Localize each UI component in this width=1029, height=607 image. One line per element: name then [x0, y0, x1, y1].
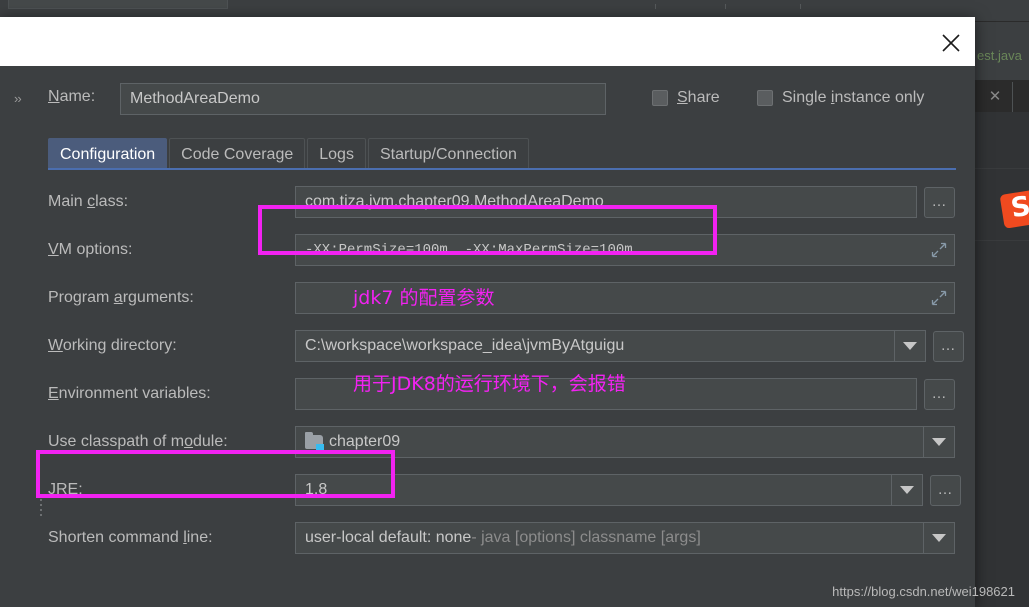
- module-dropdown-button[interactable]: [924, 426, 955, 458]
- tab-logs[interactable]: Logs: [307, 138, 366, 169]
- dialog-titlebar: [0, 17, 975, 66]
- ide-top-field: [8, 0, 228, 9]
- shorten-command-line-dropdown-button[interactable]: [924, 522, 955, 554]
- main-class-input[interactable]: [295, 186, 917, 218]
- expand-icon[interactable]: [931, 290, 947, 306]
- ime-logo-icon: S: [999, 189, 1029, 229]
- row-working-directory: Working directory: …: [48, 324, 964, 368]
- tab-code-coverage[interactable]: Code Coverage: [169, 138, 306, 169]
- right-gutter-panel: [975, 112, 1029, 607]
- shorten-command-line-label: Shorten command line:: [48, 529, 213, 546]
- jre-input[interactable]: [295, 474, 892, 506]
- chevron-down-icon: [932, 534, 946, 542]
- gutter-line-1: [975, 168, 1029, 169]
- working-directory-label: Working directory:: [48, 337, 177, 354]
- name-input[interactable]: [120, 83, 606, 115]
- tab-configuration[interactable]: Configuration: [48, 138, 168, 169]
- environment-variables-label: Environment variables:: [48, 385, 211, 402]
- program-arguments-label: Program arguments:: [48, 289, 194, 306]
- row-vm-options: VM options:: [48, 228, 956, 272]
- screenshot-root: est.java ✕ S ›› Name: MethodAreaDemo Sha…: [0, 0, 1029, 607]
- annotation-jdk7-note: jdk7 的配置参数: [353, 287, 495, 309]
- tab-close-icon[interactable]: ✕: [982, 84, 1008, 110]
- module-folder-icon: [305, 431, 324, 452]
- chevron-down-icon: [900, 486, 914, 494]
- jre-browse-button[interactable]: …: [930, 474, 961, 506]
- panel-drag-handle[interactable]: [38, 496, 44, 524]
- expand-chevrons-icon[interactable]: ››: [14, 91, 22, 106]
- row-shorten-command-line: Shorten command line: user-local default…: [48, 516, 956, 560]
- use-classpath-label: Use classpath of module:: [48, 433, 228, 450]
- module-combobox[interactable]: chapter09: [295, 426, 924, 458]
- chevron-down-icon: [932, 438, 946, 446]
- single-instance-checkbox[interactable]: Single instance only: [757, 89, 924, 107]
- jre-dropdown-button[interactable]: [892, 474, 923, 506]
- shorten-command-line-combobox[interactable]: user-local default: none - java [options…: [295, 522, 924, 554]
- chevron-down-icon: [903, 342, 917, 350]
- name-row: ›› Name: Share Single instance only: [0, 77, 975, 119]
- tab-bar: Configuration Code Coverage Logs Startup…: [48, 138, 531, 169]
- row-main-class: Main class: …: [48, 180, 956, 224]
- editor-tab-label[interactable]: est.java: [977, 48, 1022, 63]
- gutter-line-2: [975, 240, 1029, 241]
- run-configuration-dialog: ›› Name: Share Single instance only Conf…: [0, 17, 975, 607]
- tab-separator: [1012, 82, 1013, 112]
- single-instance-checkbox-box[interactable]: [757, 90, 773, 106]
- vm-options-label: VM options:: [48, 241, 133, 258]
- watermark: https://blog.csdn.net/wei198621: [832, 584, 1015, 599]
- expand-icon[interactable]: [931, 242, 947, 258]
- environment-variables-browse-button[interactable]: …: [924, 378, 955, 410]
- working-directory-browse-button[interactable]: …: [933, 330, 964, 362]
- dialog-body: ›› Name: Share Single instance only Conf…: [0, 66, 975, 607]
- working-directory-dropdown-button[interactable]: [895, 330, 926, 362]
- share-checkbox[interactable]: Share: [652, 89, 720, 107]
- shorten-command-line-hint: - java [options] classname [args]: [471, 529, 701, 546]
- vm-options-input[interactable]: [295, 234, 955, 266]
- share-checkbox-label: Share: [677, 89, 720, 106]
- tab-startup-connection[interactable]: Startup/Connection: [367, 138, 529, 169]
- main-class-browse-button[interactable]: …: [924, 186, 955, 218]
- row-program-arguments: Program arguments:: [48, 276, 956, 320]
- jre-label: JRE:: [48, 481, 83, 498]
- shorten-command-line-value: user-local default: none: [305, 529, 472, 546]
- main-class-label: Main class:: [48, 193, 129, 210]
- working-directory-input[interactable]: [295, 330, 895, 362]
- name-label: Name:: [48, 88, 96, 105]
- annotation-jdk8-note: 用于JDK8的运行环境下，会报错: [353, 373, 626, 395]
- row-jre: JRE: …: [48, 468, 961, 512]
- module-value: chapter09: [329, 433, 401, 450]
- single-instance-checkbox-label: Single instance only: [782, 89, 925, 106]
- row-use-classpath-of-module: Use classpath of module: chapter09: [48, 420, 956, 464]
- share-checkbox-box[interactable]: [652, 90, 668, 106]
- close-icon[interactable]: [939, 31, 963, 55]
